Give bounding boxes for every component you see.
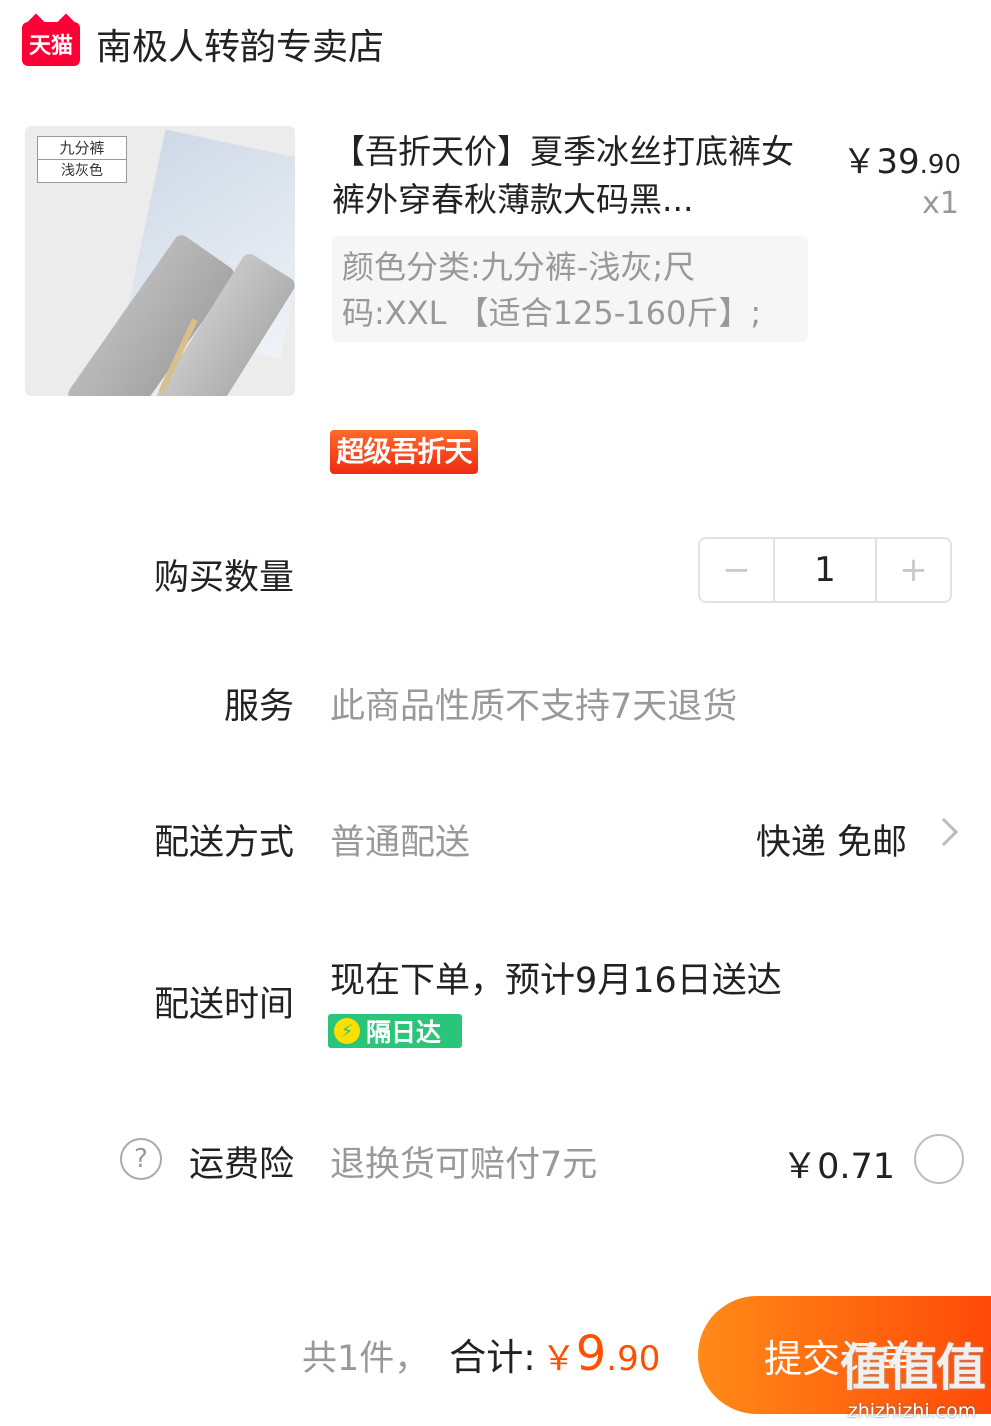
- decrease-button[interactable]: −: [700, 539, 773, 601]
- quantity-input[interactable]: 1: [773, 539, 877, 601]
- delivery-method-value[interactable]: 普通配送: [330, 814, 470, 865]
- product-title[interactable]: 【吾折天价】夏季冰丝打底裤女裤外穿春秋薄款大码黑...: [332, 128, 812, 224]
- image-tag-color: 浅灰色: [38, 159, 126, 182]
- quantity-stepper[interactable]: − 1 +: [698, 537, 952, 603]
- product-price: ￥39.90: [842, 134, 961, 183]
- item-count: 共1件，: [302, 1339, 430, 1379]
- watermark-url: zhizhizhi.com: [847, 1400, 977, 1422]
- insurance-radio[interactable]: [914, 1134, 964, 1184]
- tmall-logo: 天猫: [22, 22, 80, 66]
- total-integer: 9: [575, 1326, 607, 1382]
- total-decimal: .90: [606, 1339, 661, 1379]
- quantity-label: 购买数量: [153, 558, 294, 598]
- next-day-badge-label: 隔日达: [366, 1018, 442, 1047]
- service-label: 服务: [223, 687, 294, 727]
- increase-button[interactable]: +: [877, 539, 950, 601]
- promo-badge: 超级吾折天: [330, 430, 478, 474]
- lightning-icon: ⚡: [334, 1018, 360, 1044]
- image-tag-style: 九分裤: [59, 139, 105, 157]
- watermark-logo: 值值值: [840, 1339, 986, 1397]
- delivery-option[interactable]: 快递 免邮: [756, 814, 907, 865]
- delivery-time-label: 配送时间: [153, 985, 294, 1025]
- insurance-label: 运费险: [188, 1145, 294, 1185]
- price-symbol: ￥: [842, 142, 877, 182]
- question-icon[interactable]: ?: [120, 1138, 162, 1180]
- image-tag: 九分裤 浅灰色: [37, 136, 127, 183]
- next-day-badge: ⚡ 隔日达: [328, 1014, 462, 1048]
- delivery-eta: 现在下单，预计9月16日送达: [330, 961, 782, 1001]
- price-integer: 39: [876, 142, 920, 182]
- service-value: 此商品性质不支持7天退货: [330, 687, 738, 727]
- total-label: 合计:: [449, 1336, 536, 1379]
- store-name[interactable]: 南极人转韵专卖店: [96, 18, 384, 70]
- product-image[interactable]: 九分裤 浅灰色: [25, 126, 295, 396]
- insurance-price: ￥0.71: [782, 1147, 895, 1187]
- total-amount: ￥9.90: [542, 1326, 661, 1382]
- product-quantity: x1: [922, 186, 959, 221]
- price-decimal: .90: [919, 150, 961, 180]
- store-header[interactable]: 天猫 南极人转韵专卖店: [22, 18, 384, 70]
- sku-description: 颜色分类:九分裤-浅灰;尺码:XXL 【适合125-160斤】;: [332, 236, 808, 342]
- delivery-method-label: 配送方式: [153, 823, 294, 863]
- insurance-description: 退换货可赔付7元: [330, 1145, 598, 1185]
- watermark: 值值值 zhizhizhi.com: [840, 1328, 986, 1422]
- chevron-right-icon[interactable]: [929, 817, 959, 847]
- total-symbol: ￥: [541, 1339, 576, 1379]
- order-summary: 共1件， 合计: ￥9.90: [302, 1326, 660, 1382]
